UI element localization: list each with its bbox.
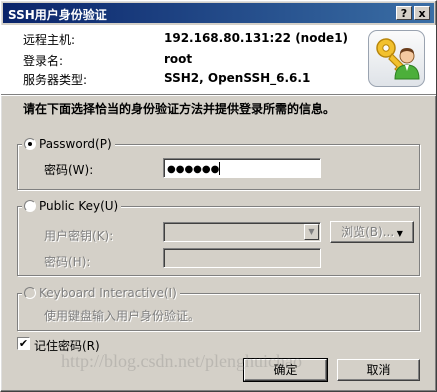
server-type-label: 服务器类型:	[23, 73, 88, 87]
chevron-down-icon[interactable]: ▼	[304, 224, 319, 240]
keyboard-interactive-radio-button[interactable]	[24, 287, 36, 299]
keyboard-interactive-description: 使用键盘输入用户身份验证。	[44, 309, 201, 323]
cancel-button[interactable]: 取消	[337, 359, 420, 381]
passphrase-input[interactable]	[163, 248, 321, 268]
login-name-value: root	[164, 52, 193, 66]
publickey-radio-button[interactable]	[24, 200, 36, 212]
publickey-radio-label: Public Key(U)	[39, 199, 119, 213]
keyboard-interactive-radio[interactable]: Keyboard Interactive(I)	[22, 286, 180, 300]
server-type-value: SSH2, OpenSSH_6.6.1	[164, 71, 311, 85]
remember-password-checkbox[interactable]: ✔	[17, 337, 30, 350]
remote-host-value: 192.168.80.131:22 (node1)	[164, 31, 349, 45]
remote-host-label: 远程主机:	[23, 33, 76, 47]
password-input[interactable]: ●●●●●●	[163, 158, 321, 178]
keyboard-interactive-radio-label: Keyboard Interactive(I)	[39, 286, 177, 300]
ssh-auth-dialog: SSH用户身份验证 ? x 远程主机: 192.168.80.131:22 (n…	[0, 0, 437, 392]
close-button[interactable]: x	[414, 6, 430, 20]
user-key-select[interactable]: ▼	[163, 222, 321, 242]
header-divider-highlight	[1, 95, 436, 96]
browse-button-label: 浏览(B)...	[341, 225, 395, 239]
instruction-text: 请在下面选择恰当的身份验证方法并提供登录所需的信息。	[23, 102, 336, 116]
key-user-icon	[368, 30, 425, 87]
help-button[interactable]: ?	[396, 6, 412, 20]
login-name-label: 登录名:	[23, 54, 64, 68]
connection-info-panel: 远程主机: 192.168.80.131:22 (node1) 登录名: roo…	[1, 25, 436, 94]
password-field-label: 密码(W):	[44, 163, 94, 177]
password-radio-button[interactable]	[24, 138, 36, 150]
password-radio[interactable]: Password(P)	[22, 137, 115, 151]
window-title: SSH用户身份验证	[8, 8, 107, 22]
browse-button[interactable]: 浏览(B)... ▼	[330, 221, 414, 243]
password-input-value: ●●●●●●	[167, 164, 220, 175]
title-bar[interactable]: SSH用户身份验证 ? x	[3, 3, 434, 23]
blog-watermark: http://blog.csdn.net/plenghuichao	[61, 351, 302, 371]
user-key-label: 用户密钥(K):	[44, 229, 114, 243]
passphrase-label: 密码(H):	[44, 255, 91, 269]
password-radio-label: Password(P)	[39, 137, 112, 151]
publickey-radio[interactable]: Public Key(U)	[22, 199, 122, 213]
